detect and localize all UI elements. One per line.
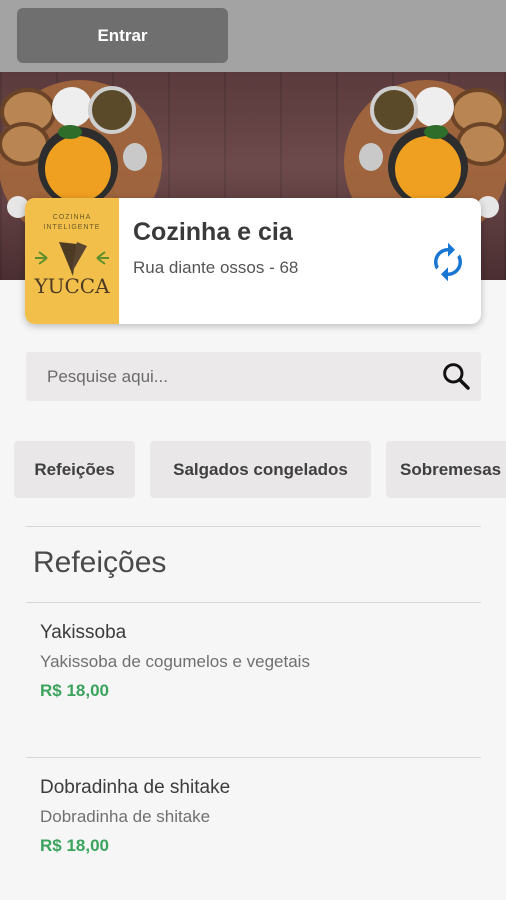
- section-title: Refeições: [33, 546, 167, 579]
- divider: [26, 602, 481, 603]
- divider: [26, 757, 481, 758]
- tab-sobremesas[interactable]: Sobremesas: [386, 441, 506, 498]
- item-name: Yakissoba: [40, 622, 127, 643]
- search-input[interactable]: [26, 352, 426, 401]
- store-card: COZINHA INTELIGENTE YUCCA Cozinha e cia …: [25, 198, 481, 324]
- store-logo: COZINHA INTELIGENTE YUCCA: [25, 198, 119, 324]
- top-bar: Entrar: [0, 0, 506, 72]
- search-icon[interactable]: [440, 360, 472, 392]
- tab-refeicoes[interactable]: Refeições: [14, 441, 135, 498]
- category-tabs: Refeições Salgados congelados Sobremesas: [0, 441, 506, 498]
- item-description: Yakissoba de cogumelos e vegetais: [40, 652, 310, 671]
- item-price: R$ 18,00: [40, 681, 109, 700]
- menu-item-dobradinha[interactable]: Dobradinha de shitake Dobradinha de shit…: [0, 777, 506, 897]
- search-bar: [26, 352, 481, 401]
- item-description: Dobradinha de shitake: [40, 807, 211, 826]
- divider: [26, 526, 481, 527]
- store-name: Cozinha e cia: [133, 218, 293, 246]
- store-address: Rua diante ossos - 68: [133, 258, 299, 277]
- tab-salgados-congelados[interactable]: Salgados congelados: [150, 441, 371, 498]
- item-price: R$ 18,00: [40, 836, 109, 855]
- item-name: Dobradinha de shitake: [40, 777, 231, 798]
- logo-line-1: COZINHA: [52, 214, 92, 221]
- refresh-icon[interactable]: [427, 241, 469, 283]
- logo-brand: YUCCA: [34, 274, 110, 298]
- logo-line-2: INTELIGENTE: [43, 224, 101, 231]
- menu-item-yakissoba[interactable]: Yakissoba Yakissoba de cogumelos e veget…: [0, 622, 506, 742]
- login-button[interactable]: Entrar: [17, 8, 228, 63]
